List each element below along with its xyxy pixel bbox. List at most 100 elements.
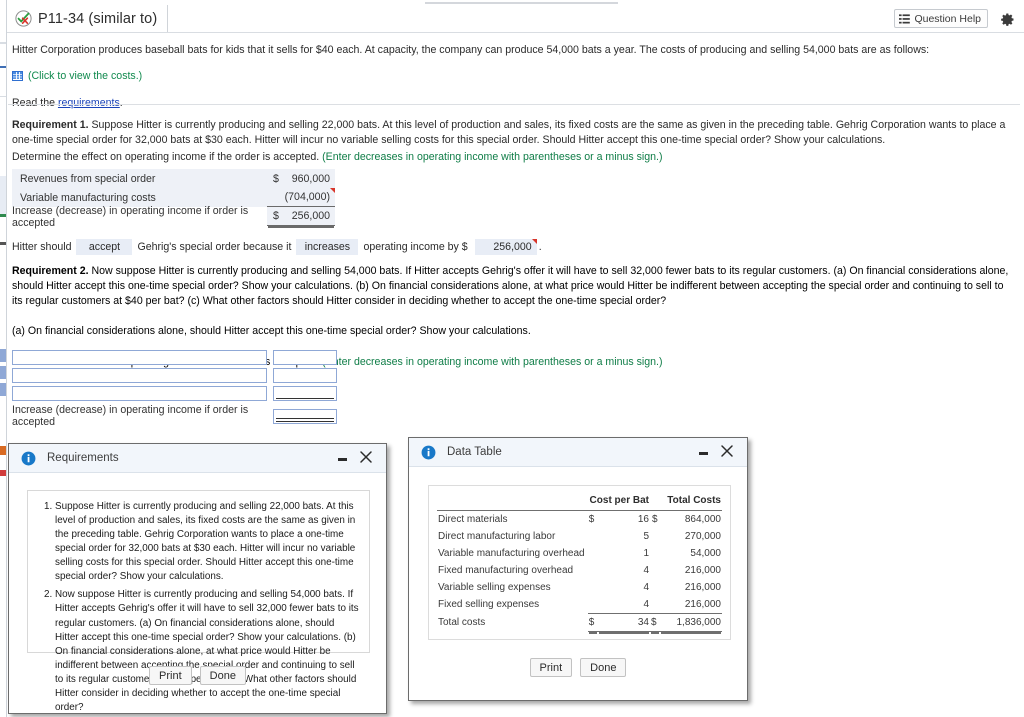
done-button[interactable]: Done (199, 666, 246, 685)
requirements-list: Suppose Hitter is currently producing an… (38, 500, 359, 717)
determine-note-1: (Enter decreases in operating income wit… (322, 151, 663, 163)
conclusion-tail: operating income by $ (363, 241, 468, 253)
label-input-3[interactable] (12, 386, 267, 401)
row-cost: 16 (637, 514, 649, 525)
value-input-1[interactable] (273, 350, 337, 365)
row-currency-2 (650, 562, 660, 579)
question-help-button[interactable]: Question Help (894, 9, 988, 28)
row-currency-2 (650, 596, 660, 614)
requirement-1-text: Requirement 1. Suppose Hitter is current… (12, 118, 1012, 148)
requirement-1-body: Suppose Hitter is currently producing an… (12, 119, 1006, 147)
total-currency-1: $ (587, 613, 598, 632)
done-button[interactable]: Done (580, 658, 627, 677)
row-total: 864,000 (684, 514, 721, 525)
requirement-1-answer-table: Revenues from special order $ 960,000 Va… (12, 169, 335, 229)
row-value: 960,000 (291, 172, 330, 185)
data-table-dialog-body: Cost per Bat Total Costs Direct material… (409, 485, 747, 677)
value-input-3[interactable] (273, 386, 337, 401)
row-total: 216,000 (660, 596, 722, 614)
row-label: Variable selling expenses (438, 582, 551, 593)
requirement-2-text: Requirement 2. Now suppose Hitter is cur… (12, 264, 1012, 315)
requirements-dialog: Requirements Suppose Hitter is currently… (8, 443, 387, 714)
requirements-dialog-titlebar[interactable]: Requirements (9, 444, 386, 473)
row-value: 256,000 (291, 210, 330, 222)
error-flag-icon (330, 188, 335, 193)
row-value-cell[interactable]: $ 960,000 (267, 169, 335, 188)
row-currency-1: $ (588, 514, 595, 525)
total-cost: 34 (597, 613, 650, 632)
row-total: 216,000 (684, 565, 721, 576)
value-input-2[interactable] (273, 368, 337, 383)
row-label: Variable manufacturing costs (20, 191, 156, 204)
data-table-dialog-titlebar[interactable]: Data Table (409, 438, 747, 467)
requirement-1-determine: Determine the effect on operating income… (12, 151, 663, 163)
requirement-2-part-a: (a) On financial considerations alone, s… (12, 325, 531, 338)
cost-table-card: Cost per Bat Total Costs Direct material… (428, 485, 731, 640)
view-costs-link-row[interactable]: (Click to view the costs.) (12, 69, 1020, 84)
row-currency-2 (650, 545, 660, 562)
determine-note-2: (Enter decreases in operating income wit… (322, 356, 663, 369)
total-label: Total costs (438, 617, 486, 628)
spreadsheet-icon (12, 70, 23, 81)
print-button[interactable]: Print (149, 666, 192, 685)
label-input-1[interactable] (12, 350, 267, 365)
total-total: 1,836,000 (660, 613, 722, 632)
row-currency-1 (588, 562, 598, 579)
row-label: Fixed manufacturing overhead (438, 565, 574, 576)
operating-income-amount: 256,000 (493, 241, 532, 253)
row-cost: 4 (597, 596, 650, 614)
row-value-cell[interactable]: $ 256,000 (267, 207, 335, 226)
conclusion-period: . (538, 241, 542, 253)
operating-income-amount-field[interactable]: 256,000 (474, 239, 537, 255)
row-currency-1 (588, 545, 598, 562)
column-header-blank (437, 493, 588, 511)
view-costs-link[interactable]: (Click to view the costs.) (28, 69, 142, 84)
left-edge-sliver (0, 0, 7, 717)
table-header-row: Cost per Bat Total Costs (437, 493, 722, 511)
requirement-1-label: Requirement 1. (12, 119, 89, 131)
row-value: (704,000) (284, 191, 330, 203)
check-x-icon (15, 10, 32, 27)
column-header-total-costs: Total Costs (650, 493, 722, 511)
row-currency-1 (587, 596, 598, 614)
label-input-2[interactable] (12, 368, 267, 383)
table-row: Direct materials $ 16 $ 864,000 (437, 511, 722, 529)
data-table-dialog-title: Data Table (447, 446, 502, 458)
row-currency-2 (650, 528, 660, 545)
row-total: 270,000 (684, 531, 721, 542)
input-row (12, 386, 337, 401)
gear-icon[interactable] (997, 9, 1017, 29)
list-item: Now suppose Hitter is currently producin… (55, 588, 359, 717)
row-currency-1 (588, 579, 598, 596)
application-page: P11-34 (similar to) Question Help Hitter… (0, 0, 1024, 717)
total-currency-2: $ (650, 613, 660, 632)
print-button[interactable]: Print (529, 658, 573, 677)
minimize-icon[interactable] (697, 447, 709, 459)
column-header-cost-per-bat: Cost per Bat (587, 493, 650, 511)
currency-symbol: $ (273, 210, 279, 222)
requirements-dialog-title: Requirements (47, 452, 119, 464)
input-row (12, 350, 337, 365)
minimize-icon[interactable] (336, 453, 348, 465)
increases-dropdown[interactable]: increases (296, 239, 359, 255)
cost-table: Cost per Bat Total Costs Direct material… (437, 493, 722, 632)
data-table-dialog: Data Table Cost per Bat Total Costs Dire… (408, 437, 748, 701)
section-divider (8, 104, 1020, 105)
row-currency-1 (588, 528, 598, 545)
row-currency-2 (650, 579, 660, 596)
question-help-label: Question Help (914, 12, 981, 25)
close-icon[interactable] (719, 443, 735, 459)
input-row-total: Increase (decrease) in operating income … (12, 404, 337, 428)
accept-dropdown[interactable]: accept (76, 239, 133, 255)
row-value-cell[interactable]: (704,000) (267, 188, 335, 207)
currency-symbol: $ (273, 172, 279, 185)
requirements-card: Suppose Hitter is currently producing an… (27, 490, 370, 713)
close-icon[interactable] (358, 449, 374, 465)
total-value-input[interactable] (273, 408, 337, 424)
determine-text-1: Determine the effect on operating income… (12, 151, 323, 163)
row-total: 54,000 (690, 548, 721, 559)
problem-body: Hitter Corporation produces baseball bat… (8, 34, 1020, 111)
row-currency-2: $ (652, 514, 658, 525)
list-item: Suppose Hitter is currently producing an… (55, 500, 359, 588)
top-hairline (425, 2, 618, 4)
